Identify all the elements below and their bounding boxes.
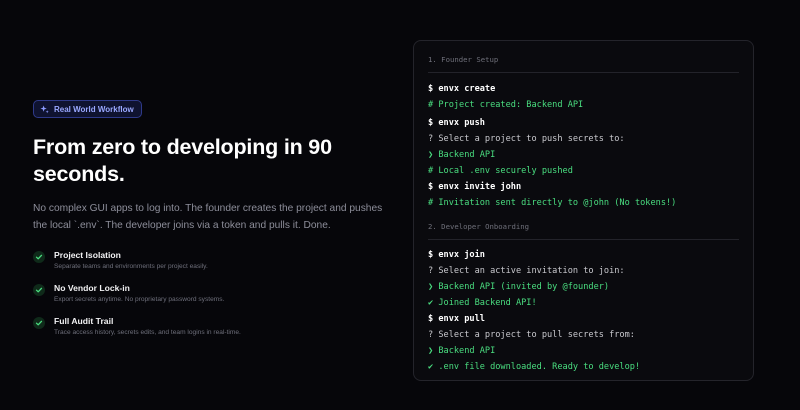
output-line: # Project created: Backend API xyxy=(428,100,584,110)
invite-block: $ envx invite john # Invitation sent dir… xyxy=(428,179,743,211)
choice-line: ❯ Backend API xyxy=(428,150,496,160)
join-block: $ envx join ? Select an active invitatio… xyxy=(428,247,743,311)
feature-description: Separate teams and environments per proj… xyxy=(54,262,208,270)
hero-section: Real World Workflow From zero to develop… xyxy=(33,100,393,349)
divider xyxy=(428,72,739,73)
choice-line: ❯ Backend API xyxy=(428,346,496,356)
prompt-line: ? Select a project to pull secrets from: xyxy=(428,330,635,340)
check-icon xyxy=(33,283,45,296)
feature-title: Full Audit Trail xyxy=(54,315,114,326)
terminal-panel: 1. Founder Setup $ envx create # Project… xyxy=(413,40,754,381)
output-line: # Local .env securely pushed xyxy=(428,166,573,176)
command-line: $ envx pull xyxy=(428,314,485,324)
feature-title: Project Isolation xyxy=(54,249,121,260)
command-line: $ envx invite john xyxy=(428,182,522,192)
feature-list: Project Isolation Separate teams and env… xyxy=(33,250,393,338)
prompt-line: ? Select a project to push secrets to: xyxy=(428,134,625,144)
command-line: $ envx join xyxy=(428,250,485,260)
feature-item: No Vendor Lock-in Export secrets anytime… xyxy=(33,283,393,305)
pull-block: $ envx pull ? Select a project to pull s… xyxy=(428,311,743,375)
lead-paragraph: No complex GUI apps to log into. The fou… xyxy=(33,202,383,231)
command-line: $ envx push xyxy=(428,118,485,128)
command-line: $ envx create xyxy=(428,84,496,94)
section-founder-setup: 1. Founder Setup xyxy=(428,55,499,64)
push-block: $ envx push ? Select a project to push s… xyxy=(428,115,743,179)
output-line: # Invitation sent directly to @john (No … xyxy=(428,198,677,208)
feature-item: Project Isolation Separate teams and env… xyxy=(33,250,393,272)
feature-description: Trace access history, secrets edits, and… xyxy=(54,328,241,336)
choice-line: ❯ Backend API (invited by @founder) xyxy=(428,282,610,292)
badge-label: Real World Workflow xyxy=(54,104,134,114)
page-title: From zero to developing in 90 seconds. xyxy=(33,134,332,186)
workflow-badge: Real World Workflow xyxy=(33,100,142,118)
feature-title: No Vendor Lock-in xyxy=(54,282,130,293)
prompt-line: ? Select an active invitation to join: xyxy=(428,266,625,276)
feature-item: Full Audit Trail Trace access history, s… xyxy=(33,316,393,338)
sparkle-icon xyxy=(40,104,49,113)
output-line: ✔ .env file downloaded. Ready to develop… xyxy=(428,362,641,372)
section-developer-onboarding: 2. Developer Onboarding xyxy=(428,222,530,231)
check-icon xyxy=(33,316,45,329)
create-block: $ envx create # Project created: Backend… xyxy=(428,81,743,113)
divider xyxy=(428,239,739,240)
output-line: ✔ Joined Backend API! xyxy=(428,298,537,308)
check-icon xyxy=(33,250,45,263)
feature-description: Export secrets anytime. No proprietary p… xyxy=(54,295,225,303)
